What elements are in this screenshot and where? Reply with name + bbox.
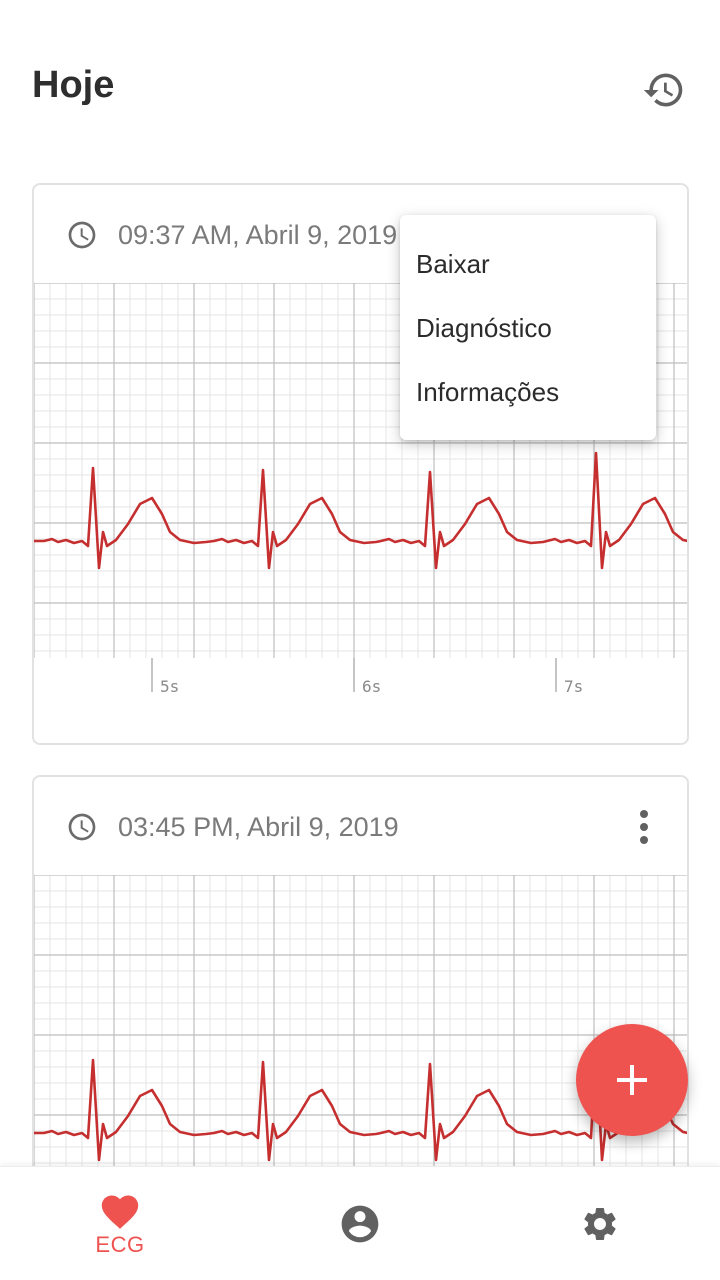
time-scale-label: 5s [160, 677, 179, 696]
menu-item-diagnosis[interactable]: Diagnóstico [400, 296, 656, 360]
record-options-menu: Baixar Diagnóstico Informações [400, 215, 656, 440]
more-options-button[interactable] [624, 803, 664, 851]
nav-profile[interactable] [240, 1167, 480, 1280]
time-scale-label: 6s [362, 677, 381, 696]
plus-icon [617, 1065, 647, 1095]
history-button[interactable] [636, 62, 692, 118]
nav-ecg[interactable]: ECG [0, 1167, 240, 1280]
add-record-button[interactable] [576, 1024, 688, 1136]
time-scale-label: 7s [564, 677, 583, 696]
heart-icon [101, 1195, 139, 1229]
nav-settings[interactable] [480, 1167, 720, 1280]
page-title: Hoje [32, 64, 115, 106]
nav-label: ECG [95, 1232, 145, 1257]
more-vert-icon [640, 810, 648, 844]
bottom-navigation: ECG [0, 1166, 720, 1280]
clock-icon [68, 221, 96, 249]
menu-item-download[interactable]: Baixar [400, 232, 656, 296]
card-header: 03:45 PM, Abril 9, 2019 [34, 777, 687, 875]
account-circle-icon [341, 1205, 379, 1243]
settings-gear-icon [584, 1208, 616, 1240]
record-timestamp: 09:37 AM, Abril 9, 2019 [118, 220, 398, 250]
record-timestamp: 03:45 PM, Abril 9, 2019 [118, 812, 399, 842]
menu-item-info[interactable]: Informações [400, 360, 656, 424]
history-icon [643, 73, 683, 107]
clock-icon [68, 813, 96, 841]
app-header: Hoje [0, 0, 720, 160]
